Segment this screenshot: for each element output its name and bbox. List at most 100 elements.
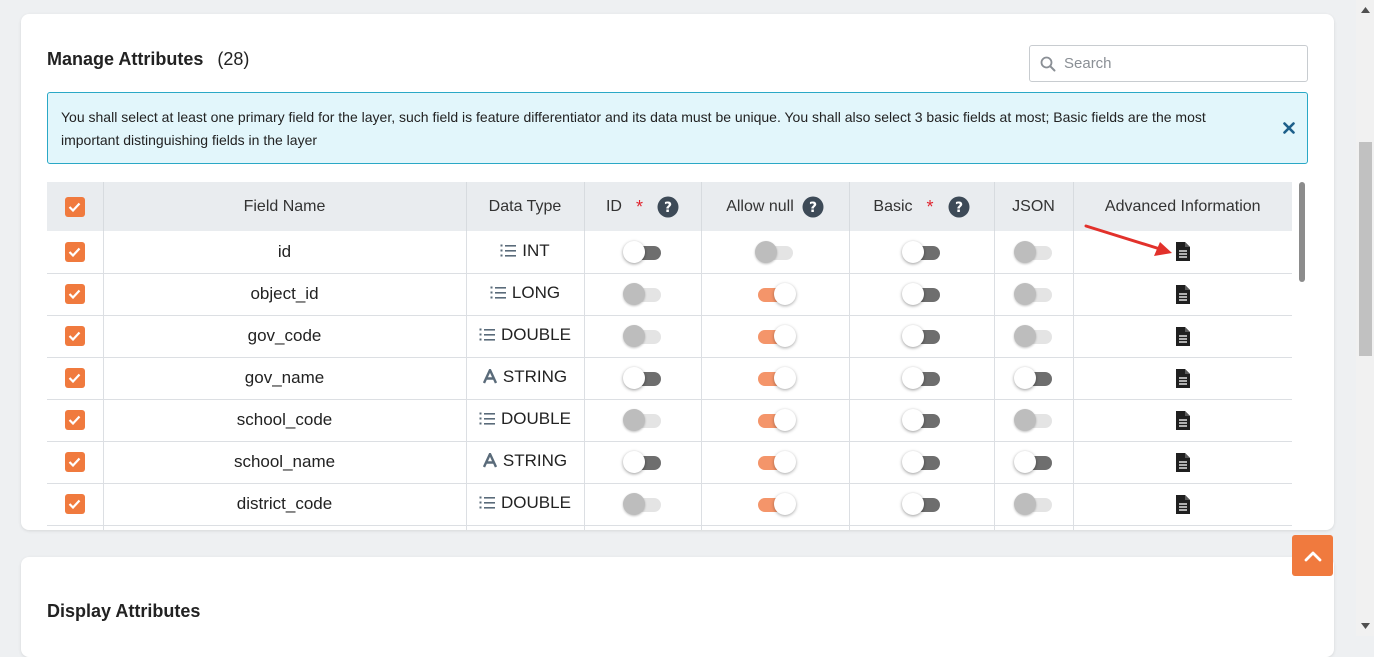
data-type-cell bbox=[466, 525, 585, 530]
attributes-table-container: Field Name Data Type ID * ? Allow null ? … bbox=[47, 182, 1292, 530]
json-toggle[interactable] bbox=[1013, 409, 1054, 431]
advanced-info-button[interactable] bbox=[1175, 409, 1191, 430]
list-number-icon bbox=[479, 412, 496, 425]
data-type-label: STRING bbox=[502, 450, 568, 470]
json-toggle[interactable] bbox=[1013, 367, 1054, 389]
data-type-label: LONG bbox=[511, 283, 561, 302]
data-type-label: STRING bbox=[502, 366, 568, 386]
json-toggle[interactable] bbox=[1013, 325, 1054, 347]
row-checkbox[interactable] bbox=[64, 410, 85, 431]
data-type-cell: STRING bbox=[466, 441, 585, 484]
basic-toggle-cell bbox=[849, 315, 995, 358]
search-input[interactable] bbox=[1062, 54, 1292, 73]
allow-null-toggle[interactable] bbox=[755, 283, 796, 305]
table-row bbox=[47, 525, 1292, 530]
field-name-cell: gov_code bbox=[103, 315, 467, 358]
check-icon bbox=[68, 500, 81, 510]
row-checkbox[interactable] bbox=[64, 284, 85, 305]
allow-null-toggle[interactable] bbox=[755, 493, 796, 515]
check-icon bbox=[68, 458, 81, 468]
basic-toggle[interactable] bbox=[901, 409, 942, 431]
basic-toggle-cell bbox=[849, 357, 995, 400]
id-toggle[interactable] bbox=[622, 367, 663, 389]
allow-null-toggle[interactable] bbox=[755, 240, 795, 263]
scroll-up-arrow[interactable] bbox=[1360, 5, 1370, 15]
question-circle-icon[interactable]: ? bbox=[657, 196, 679, 218]
json-toggle[interactable] bbox=[1013, 240, 1054, 263]
advanced-info-button[interactable] bbox=[1175, 451, 1191, 472]
basic-toggle[interactable] bbox=[901, 325, 942, 347]
check-icon bbox=[68, 332, 81, 342]
allow-null-toggle[interactable] bbox=[755, 409, 796, 431]
basic-toggle[interactable] bbox=[901, 240, 942, 263]
table-scrollbar-thumb[interactable] bbox=[1299, 182, 1305, 282]
basic-toggle-cell bbox=[849, 231, 995, 274]
json-toggle-cell bbox=[994, 399, 1074, 442]
allow-null-toggle-cell bbox=[701, 273, 850, 316]
select-all-checkbox[interactable] bbox=[64, 196, 85, 217]
id-toggle[interactable] bbox=[622, 409, 663, 431]
row-checkbox[interactable] bbox=[64, 368, 85, 389]
close-notice-button[interactable] bbox=[1280, 117, 1298, 139]
check-icon bbox=[68, 374, 81, 384]
id-toggle-cell bbox=[584, 399, 702, 442]
id-toggle[interactable] bbox=[622, 325, 663, 347]
allow-null-toggle[interactable] bbox=[755, 451, 796, 473]
svg-text:?: ? bbox=[809, 200, 817, 216]
scroll-down-arrow[interactable] bbox=[1360, 621, 1370, 631]
question-circle-icon[interactable]: ? bbox=[948, 196, 970, 218]
json-toggle[interactable] bbox=[1013, 451, 1054, 473]
advanced-info-button[interactable] bbox=[1175, 283, 1191, 304]
advanced-info-cell bbox=[1073, 441, 1292, 484]
svg-text:?: ? bbox=[664, 200, 672, 216]
advanced-info-button[interactable] bbox=[1175, 325, 1191, 346]
close-icon bbox=[1283, 122, 1295, 134]
question-circle-icon[interactable]: ? bbox=[802, 196, 824, 218]
allow-null-toggle[interactable] bbox=[755, 367, 796, 389]
json-toggle-cell bbox=[994, 357, 1074, 400]
basic-toggle[interactable] bbox=[901, 367, 942, 389]
table-row: gov_name STRING bbox=[47, 357, 1292, 400]
id-toggle[interactable] bbox=[622, 283, 663, 305]
attributes-table: Field Name Data Type ID * ? Allow null ? … bbox=[47, 182, 1292, 530]
basic-toggle[interactable] bbox=[901, 283, 942, 305]
row-select-cell bbox=[47, 315, 104, 358]
json-toggle[interactable] bbox=[1013, 283, 1054, 305]
json-toggle[interactable] bbox=[1013, 493, 1054, 515]
page-scrollbar-thumb[interactable] bbox=[1359, 142, 1372, 356]
allow-null-toggle-cell bbox=[701, 483, 850, 526]
advanced-info-button[interactable] bbox=[1175, 493, 1191, 514]
id-toggle[interactable] bbox=[622, 240, 663, 263]
allow-null-toggle[interactable] bbox=[755, 325, 796, 347]
table-row: object_id LONG bbox=[47, 273, 1292, 316]
document-icon bbox=[1175, 284, 1190, 304]
manage-attributes-card: Manage Attributes (28) You shall select a… bbox=[21, 14, 1334, 530]
advanced-info-button[interactable] bbox=[1175, 367, 1191, 388]
notice-text: You shall select at least one primary fi… bbox=[61, 109, 1206, 148]
basic-toggle-cell bbox=[849, 525, 995, 530]
basic-toggle[interactable] bbox=[901, 451, 942, 473]
table-row: district_code DOUBLE bbox=[47, 483, 1292, 526]
row-checkbox[interactable] bbox=[64, 494, 85, 515]
id-toggle[interactable] bbox=[622, 493, 663, 515]
id-toggle-cell bbox=[584, 441, 702, 484]
header-basic-label: Basic bbox=[873, 197, 913, 215]
basic-toggle[interactable] bbox=[901, 493, 942, 515]
row-checkbox[interactable] bbox=[64, 326, 85, 347]
header-data-type[interactable]: Data Type bbox=[466, 182, 585, 231]
advanced-info-button[interactable] bbox=[1175, 241, 1191, 262]
page-scrollbar[interactable] bbox=[1356, 0, 1374, 636]
advanced-info-cell bbox=[1073, 483, 1292, 526]
table-scrollbar[interactable] bbox=[1297, 182, 1307, 528]
advanced-info-cell bbox=[1073, 231, 1292, 274]
row-checkbox[interactable] bbox=[64, 242, 85, 262]
check-icon bbox=[68, 202, 81, 212]
row-select-cell bbox=[47, 483, 104, 526]
search-box[interactable] bbox=[1029, 45, 1308, 82]
header-select-all bbox=[47, 182, 104, 231]
id-toggle[interactable] bbox=[622, 451, 663, 473]
header-field-name[interactable]: Field Name bbox=[103, 182, 467, 231]
field-name-cell bbox=[103, 525, 467, 530]
row-checkbox[interactable] bbox=[64, 452, 85, 473]
scroll-to-top-button[interactable] bbox=[1292, 535, 1333, 576]
